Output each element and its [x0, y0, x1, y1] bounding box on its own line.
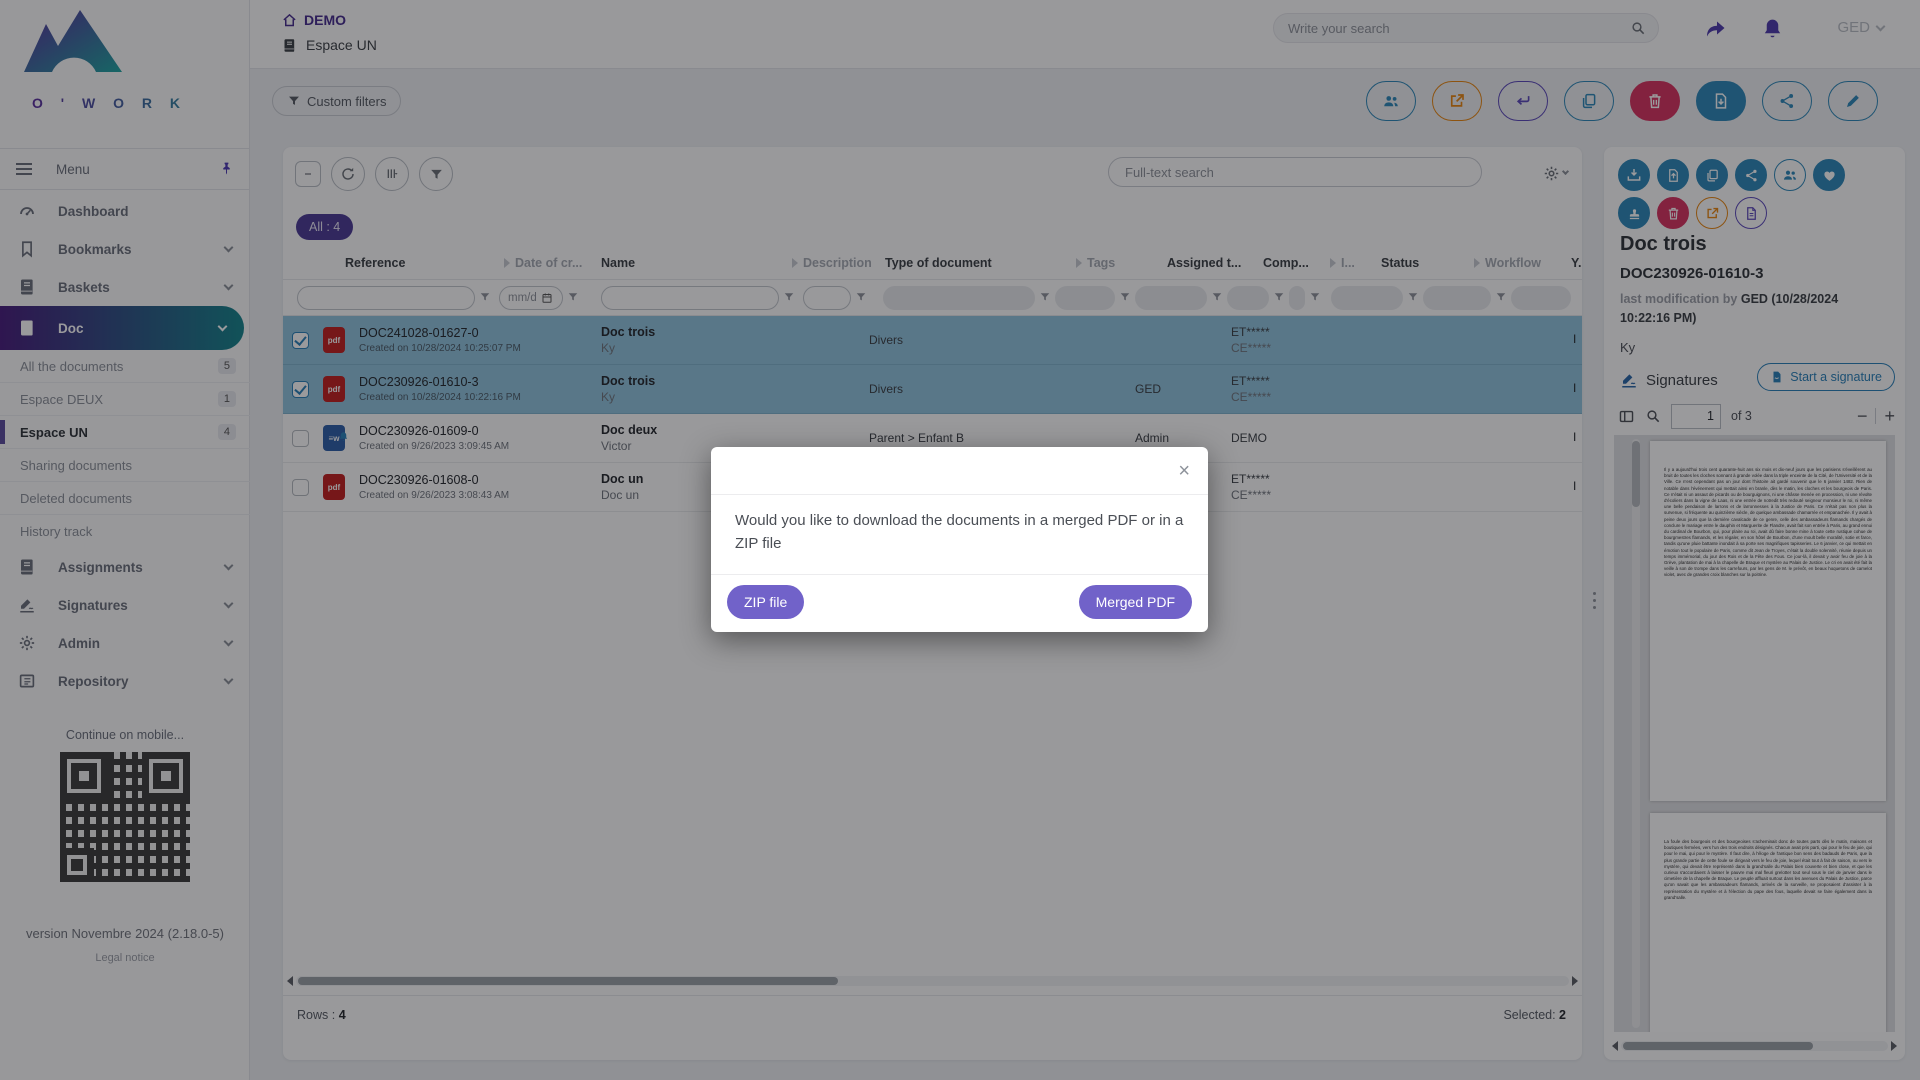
download-choice-modal: × Would you like to download the documen…	[711, 447, 1208, 632]
modal-header: ×	[711, 447, 1208, 495]
modal-footer: ZIP file Merged PDF	[711, 575, 1208, 629]
app-window: O ' W O R K Menu Dashboard Bookmarks Bas…	[0, 0, 1920, 1080]
modal-message: Would you like to download the documents…	[711, 495, 1208, 575]
close-icon[interactable]: ×	[1174, 457, 1194, 485]
merged-pdf-button[interactable]: Merged PDF	[1079, 585, 1192, 619]
zip-file-button[interactable]: ZIP file	[727, 585, 804, 619]
